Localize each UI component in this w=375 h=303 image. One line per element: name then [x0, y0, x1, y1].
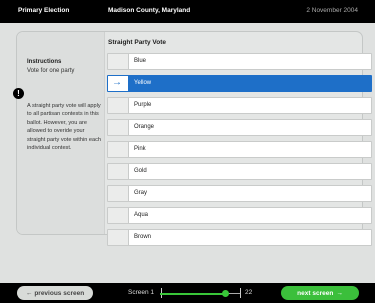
party-option[interactable]: Gold: [107, 163, 372, 180]
option-label: Gold: [134, 168, 147, 174]
party-option[interactable]: → Yellow: [107, 75, 372, 92]
party-option[interactable]: Gray: [107, 185, 372, 202]
option-label: Orange: [134, 124, 155, 130]
option-checkbox[interactable]: [108, 142, 129, 157]
option-checkbox[interactable]: [108, 186, 129, 201]
option-checkbox[interactable]: [108, 230, 129, 245]
election-name: Primary Election: [18, 7, 70, 14]
option-checkbox[interactable]: [108, 164, 129, 179]
next-screen-button[interactable]: next screen →: [281, 286, 359, 300]
party-option[interactable]: Purple: [107, 97, 372, 114]
option-label: Brown: [134, 234, 152, 240]
arrow-left-icon: ←: [25, 289, 33, 297]
next-screen-label: next screen: [297, 289, 334, 297]
party-option[interactable]: Aqua: [107, 207, 372, 224]
party-option[interactable]: Pink: [107, 141, 372, 158]
option-checkbox[interactable]: [108, 120, 129, 135]
county-name: Madison County, Maryland: [108, 7, 191, 14]
instructions-column: Instructions Vote for one party ! A stra…: [13, 32, 105, 234]
progress-marker: [222, 290, 230, 297]
option-checkbox[interactable]: [108, 98, 129, 113]
ballot-panel: Instructions Vote for one party ! A stra…: [13, 31, 372, 246]
option-checkbox[interactable]: [108, 208, 129, 223]
option-label: Purple: [134, 102, 152, 108]
instructions-subtitle: Vote for one party: [27, 68, 75, 74]
alert-icon: !: [13, 88, 24, 99]
option-checkbox[interactable]: [108, 54, 129, 69]
screen-label: Screen 1: [128, 289, 155, 296]
contest-title: Straight Party Vote: [108, 39, 167, 46]
progress-end-tick: [240, 288, 241, 298]
instructions-title: Instructions: [27, 59, 62, 65]
option-label: Aqua: [134, 212, 149, 218]
previous-screen-label: previous screen: [34, 289, 85, 297]
previous-screen-button[interactable]: ← previous screen: [17, 286, 93, 300]
option-label: Yellow: [134, 80, 152, 86]
party-option[interactable]: Brown: [107, 229, 372, 246]
screen-total: 22: [245, 289, 253, 296]
progress-fill: [160, 292, 226, 295]
option-list: Blue → Yellow Purple Orange Pink Gold Gray Aqua B…: [107, 53, 372, 251]
option-label: Pink: [134, 146, 146, 152]
instructions-body: A straight party vote will apply to all …: [27, 103, 101, 152]
selected-arrow-icon: →: [112, 77, 122, 88]
party-option[interactable]: Blue: [107, 53, 372, 70]
option-checkbox[interactable]: →: [108, 76, 129, 91]
party-option[interactable]: Orange: [107, 119, 372, 136]
ballot-footer: ← previous screen Screen 1 22 next scree…: [0, 283, 375, 303]
ballot-header: Primary Election Madison County, Marylan…: [0, 0, 375, 23]
arrow-right-icon: →: [336, 289, 343, 297]
option-label: Gray: [134, 190, 148, 196]
election-date: 2 November 2004: [306, 7, 358, 14]
option-label: Blue: [134, 58, 147, 64]
